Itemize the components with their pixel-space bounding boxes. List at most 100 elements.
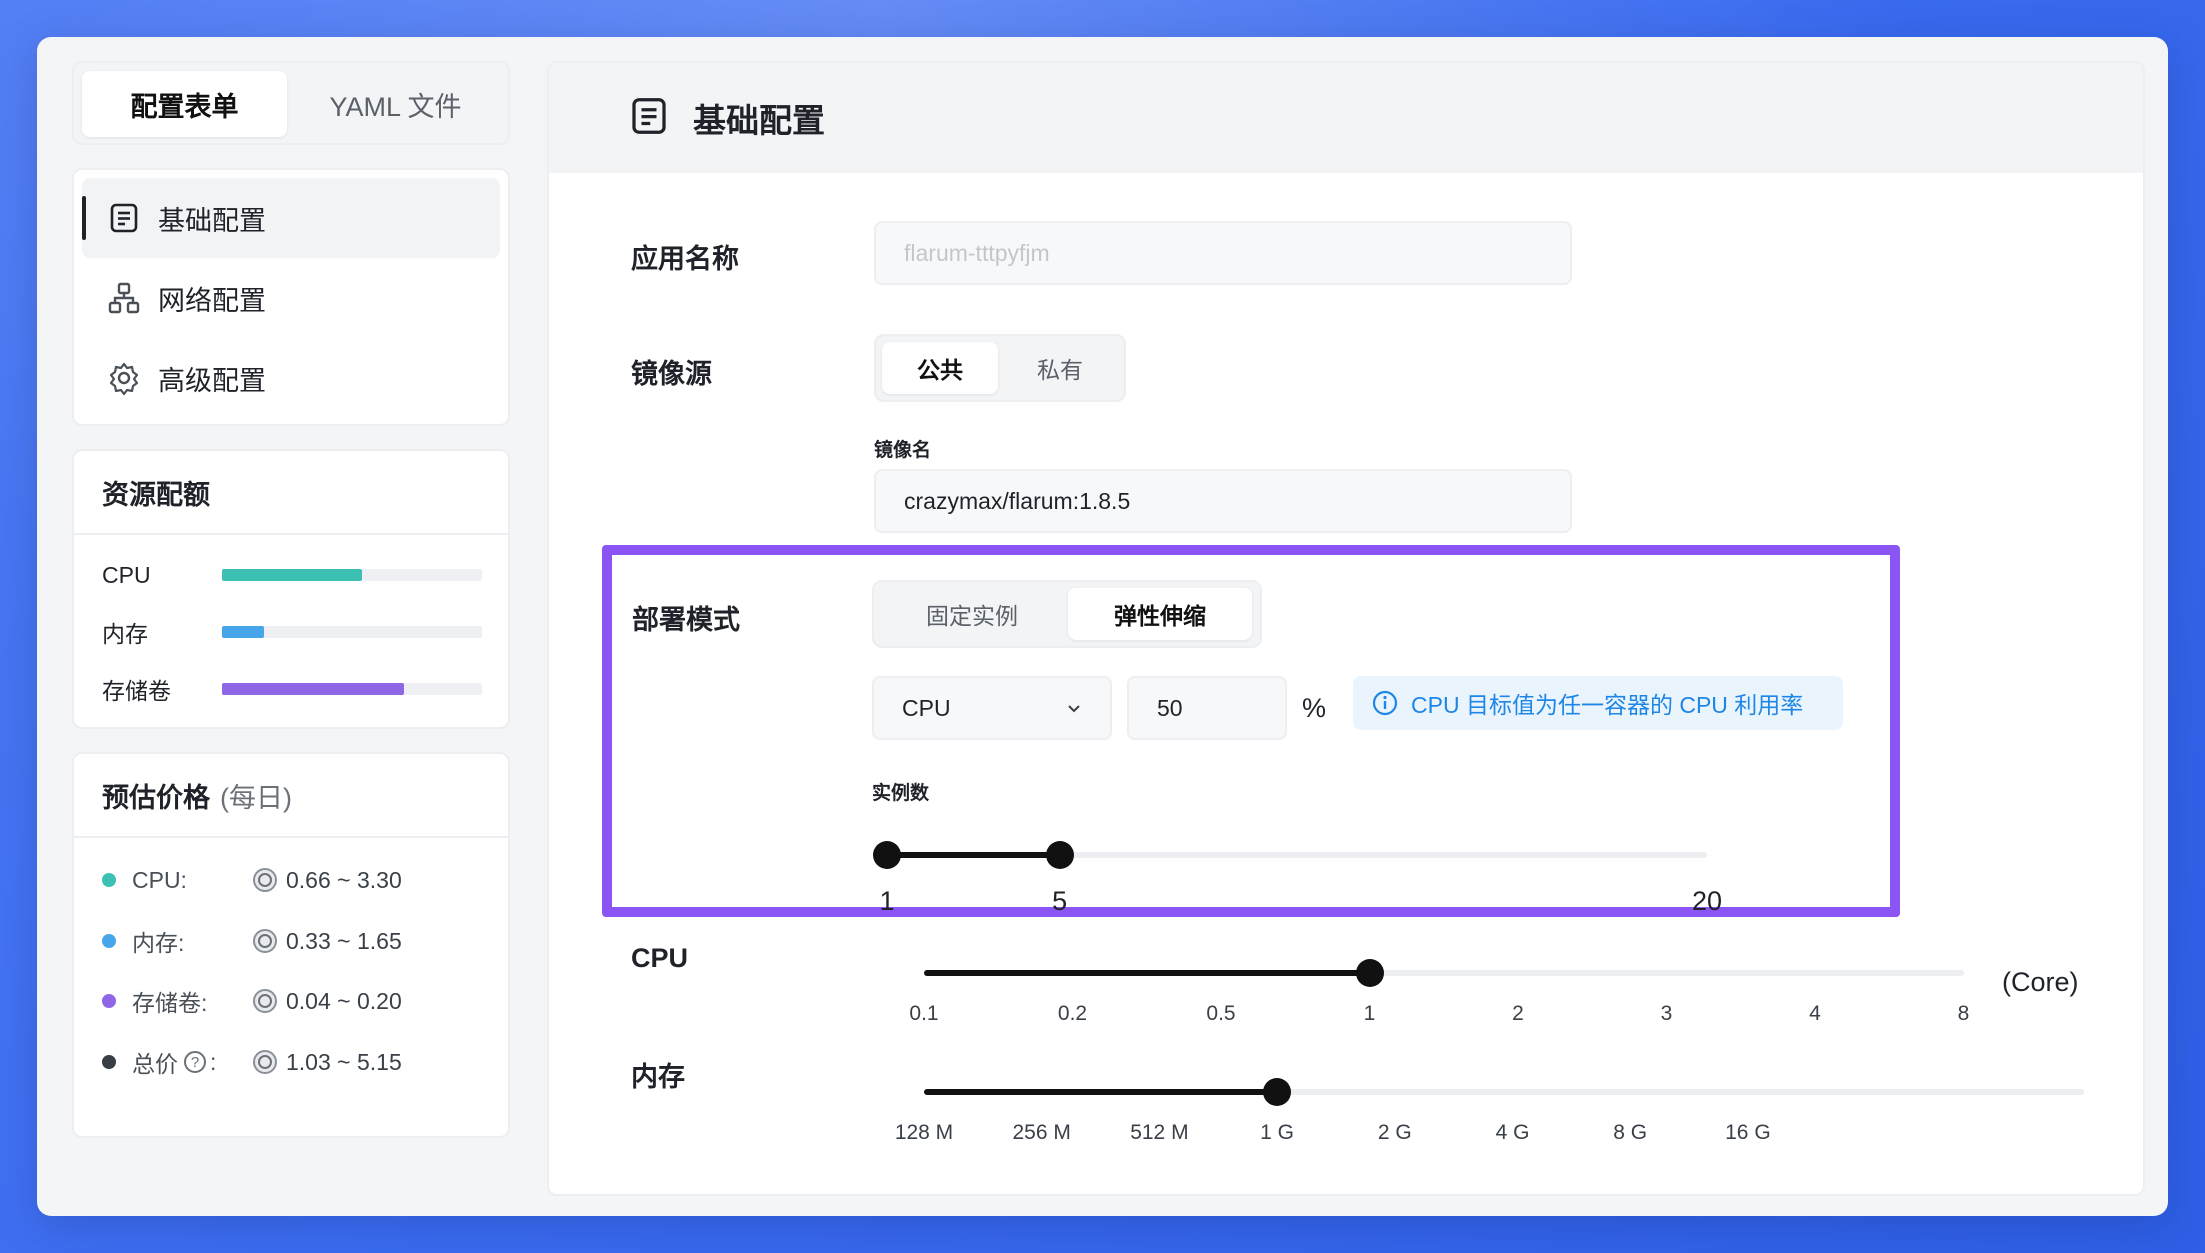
slider-tick-label: 128 M bbox=[894, 1121, 954, 1144]
mode-tabs: 配置表单 YAML 文件 bbox=[72, 61, 510, 145]
quota-card: 资源配额 CPU 内存 存储卷 bbox=[72, 449, 510, 729]
page-title: 基础配置 bbox=[693, 102, 825, 139]
section-nav: 基础配置 网络配置 高级配置 bbox=[72, 168, 510, 426]
price-label: 总价 ? : bbox=[132, 1045, 252, 1079]
instances-slider[interactable]: 1 5 20 bbox=[873, 836, 1747, 916]
legend-dot bbox=[102, 873, 116, 887]
quota-bar bbox=[222, 683, 482, 695]
nav-item-label: 网络配置 bbox=[158, 285, 266, 316]
deploy-mode-label: 部署模式 bbox=[632, 605, 740, 635]
price-card: 预估价格 (每日) CPU: 0.66 ~ 3.30 内存: 0.33 ~ 1.… bbox=[72, 752, 510, 1138]
deploy-mode-segmented: 固定实例 弹性伸缩 bbox=[872, 580, 1262, 648]
chevron-down-icon bbox=[1066, 695, 1082, 722]
memory-slider[interactable]: 128 M 256 M 512 M 1 G 2 G 4 G 8 G 16 G bbox=[895, 1073, 2084, 1153]
gear-icon bbox=[106, 360, 142, 396]
tab-yaml[interactable]: YAML 文件 bbox=[293, 71, 498, 137]
info-icon bbox=[1372, 690, 1398, 716]
nav-item-basic[interactable]: 基础配置 bbox=[82, 178, 500, 258]
price-row-total: 总价 ? : 1.03 ~ 5.15 bbox=[102, 1042, 492, 1082]
legend-dot bbox=[102, 934, 116, 948]
quota-bar bbox=[222, 626, 482, 638]
slider-tick-label: 0.5 bbox=[1206, 1002, 1236, 1025]
price-label-colon: : bbox=[210, 1048, 217, 1075]
price-value: 0.33 ~ 1.65 bbox=[286, 927, 402, 954]
price-title-text: 预估价格 bbox=[102, 782, 210, 813]
quota-bar bbox=[222, 569, 482, 581]
slider-knob[interactable] bbox=[873, 841, 901, 869]
memory-label: 内存 bbox=[631, 1062, 685, 1092]
info-tip: CPU 目标值为任一容器的 CPU 利用率 bbox=[1353, 676, 1843, 730]
slider-tick-label: 4 G bbox=[1495, 1121, 1530, 1144]
image-source-public[interactable]: 公共 bbox=[882, 342, 998, 394]
coin-icon bbox=[253, 989, 277, 1013]
slider-fill bbox=[887, 852, 1060, 858]
price-subtitle: (每日) bbox=[220, 782, 292, 813]
image-name-input[interactable]: crazymax/flarum:1.8.5 bbox=[874, 469, 1572, 533]
quota-title: 资源配额 bbox=[74, 451, 508, 535]
percent-sign: % bbox=[1302, 693, 1327, 723]
instances-label: 实例数 bbox=[872, 783, 930, 804]
main-header: 基础配置 bbox=[549, 63, 2143, 173]
quota-label: CPU bbox=[102, 561, 151, 588]
app-name-label: 应用名称 bbox=[631, 244, 739, 274]
coin-icon bbox=[253, 1050, 277, 1074]
document-icon bbox=[629, 96, 669, 141]
slider-tick-label: 4 bbox=[1809, 1002, 1821, 1025]
legend-dot bbox=[102, 1055, 116, 1069]
slider-tick-label: 3 bbox=[1660, 1002, 1673, 1025]
slider-tick-label: 8 bbox=[1957, 1002, 1970, 1025]
deploy-mode-fixed[interactable]: 固定实例 bbox=[880, 588, 1064, 640]
price-label: 存储卷: bbox=[132, 990, 208, 1016]
slider-tick-label: 16 G bbox=[1725, 1121, 1771, 1144]
quota-bar-fill bbox=[222, 569, 363, 581]
slider-tick-label: 0.1 bbox=[909, 1002, 939, 1025]
quota-row-storage: 存储卷 bbox=[102, 669, 492, 709]
slider-tick-label: 2 G bbox=[1377, 1121, 1412, 1144]
quota-label: 内存 bbox=[102, 621, 148, 647]
price-row-storage: 存储卷: 0.04 ~ 0.20 bbox=[102, 981, 492, 1021]
nav-item-network[interactable]: 网络配置 bbox=[82, 258, 500, 338]
network-icon bbox=[106, 280, 142, 316]
tab-form[interactable]: 配置表单 bbox=[82, 71, 287, 137]
help-icon[interactable]: ? bbox=[184, 1051, 206, 1073]
nav-item-advanced[interactable]: 高级配置 bbox=[82, 338, 500, 418]
slider-fill bbox=[924, 970, 1370, 976]
slider-knob[interactable] bbox=[1263, 1078, 1292, 1106]
image-source-label: 镜像源 bbox=[631, 359, 712, 389]
price-row-memory: 内存: 0.33 ~ 1.65 bbox=[102, 921, 492, 961]
nav-item-label: 基础配置 bbox=[158, 205, 266, 236]
slider-fill bbox=[924, 1089, 1278, 1095]
quota-row-memory: 内存 bbox=[102, 612, 492, 652]
coin-icon bbox=[253, 929, 277, 953]
cpu-label: CPU bbox=[631, 943, 689, 973]
info-tip-text: CPU 目标值为任一容器的 CPU 利用率 bbox=[1411, 692, 1804, 718]
target-value-input[interactable]: 50 bbox=[1127, 676, 1287, 740]
slider-tick-label: 8 G bbox=[1613, 1121, 1648, 1144]
slider-tick-label: 0.2 bbox=[1057, 1002, 1088, 1025]
price-label: CPU: bbox=[132, 866, 187, 893]
quota-bar-fill bbox=[222, 683, 404, 695]
image-source-private[interactable]: 私有 bbox=[1002, 342, 1118, 394]
slider-knob[interactable] bbox=[1355, 959, 1384, 987]
price-value: 0.66 ~ 3.30 bbox=[286, 866, 402, 893]
document-icon bbox=[106, 200, 142, 236]
slider-knob[interactable] bbox=[1045, 841, 1074, 869]
app-name-input[interactable]: flarum-tttpyfjm bbox=[874, 221, 1572, 285]
price-value: 1.03 ~ 5.15 bbox=[286, 1048, 402, 1075]
image-name-label: 镜像名 bbox=[874, 440, 932, 461]
price-row-cpu: CPU: 0.66 ~ 3.30 bbox=[102, 860, 492, 900]
cpu-slider[interactable]: 0.1 0.2 0.5 1 2 3 4 8 bbox=[909, 954, 2024, 1034]
slider-tick-label: 2 bbox=[1512, 1002, 1524, 1025]
coin-icon bbox=[253, 868, 277, 892]
metric-select[interactable]: CPU bbox=[872, 676, 1112, 740]
price-label-text: 总价 bbox=[132, 1051, 178, 1077]
price-title: 预估价格 (每日) bbox=[74, 754, 508, 838]
quota-row-cpu: CPU bbox=[102, 555, 492, 595]
quota-label: 存储卷 bbox=[102, 678, 171, 704]
deploy-mode-autoscale[interactable]: 弹性伸缩 bbox=[1068, 588, 1252, 640]
image-source-segmented: 公共 私有 bbox=[874, 334, 1126, 402]
slider-tick-label: 256 M bbox=[1012, 1121, 1071, 1144]
slider-tick-label: 1 bbox=[879, 886, 895, 916]
slider-tick-label: 1 G bbox=[1260, 1121, 1295, 1144]
quota-bar-fill bbox=[222, 626, 264, 638]
